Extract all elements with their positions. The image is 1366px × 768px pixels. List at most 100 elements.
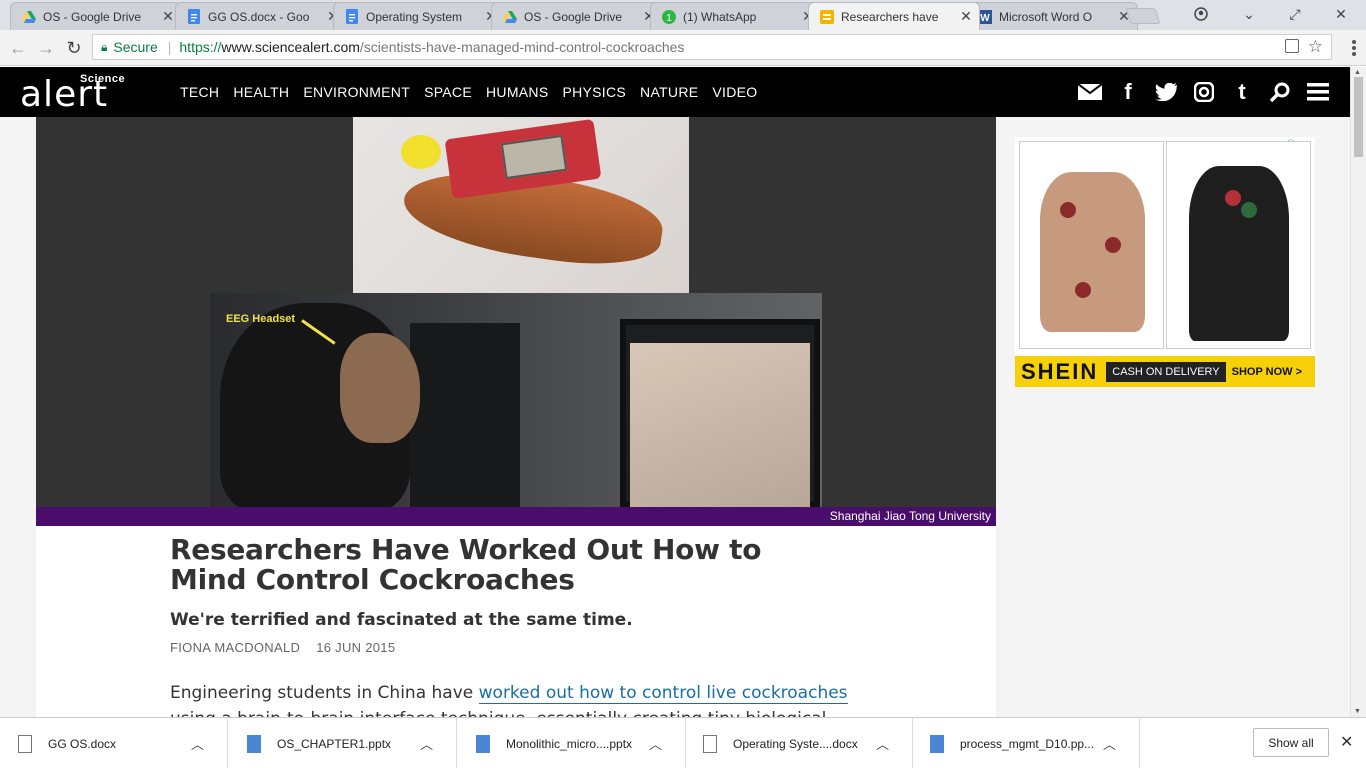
reload-icon[interactable]: ↻	[62, 36, 86, 60]
chevron-up-icon[interactable]: ︿	[420, 734, 440, 753]
tab-title: OS - Google Drive	[43, 9, 142, 24]
divider: |	[167, 39, 172, 55]
google-docs-icon	[344, 9, 360, 25]
chevron-up-icon[interactable]: ︿	[649, 734, 669, 753]
close-icon[interactable]: ✕	[1340, 732, 1353, 752]
hamburger-menu-icon[interactable]	[1306, 80, 1330, 104]
download-name: Monolithic_micro....pptx	[506, 736, 633, 751]
nav-item-environment[interactable]: ENVIRONMENT	[303, 84, 410, 100]
nav-item-space[interactable]: SPACE	[424, 84, 472, 100]
advertisement[interactable]: ⓘ ✕ SHEIN CASH ON DELIVERY SHOP NOW >	[1015, 137, 1315, 387]
forward-arrow-icon[interactable]: →	[34, 36, 58, 60]
minimize-icon[interactable]: ⌄	[1226, 0, 1272, 28]
restore-icon[interactable]: ⤢	[1272, 0, 1318, 28]
ad-cta-shop[interactable]: SHOP NOW >	[1232, 366, 1302, 378]
eeg-label: EEG Headset	[226, 313, 296, 325]
social-links: f t	[1064, 67, 1330, 117]
publish-date: 16 JUN 2015	[316, 640, 396, 655]
download-item[interactable]: GG OS.docx ︿	[0, 718, 228, 768]
eeg-photo: EEG Headset	[210, 293, 822, 507]
browser-tab[interactable]: W Microsoft Word O ✕	[966, 2, 1138, 30]
download-name: GG OS.docx	[48, 736, 117, 751]
battery	[401, 135, 441, 169]
show-all-button[interactable]: Show all	[1253, 728, 1329, 757]
floral-print	[1105, 237, 1121, 253]
search-icon[interactable]	[1268, 80, 1292, 104]
google-docs-icon	[186, 9, 202, 25]
nav-item-health[interactable]: HEALTH	[233, 84, 289, 100]
download-name: process_mgmt_D10.pp...	[960, 736, 1095, 751]
scroll-thumb[interactable]	[1354, 77, 1363, 157]
browser-tab[interactable]: Operating System ✕	[333, 2, 505, 30]
browser-tab-active[interactable]: Researchers have ✕	[808, 2, 980, 30]
sciencealert-logo[interactable]: Science alert	[20, 73, 152, 113]
scroll-up-icon[interactable]: ▲	[1354, 69, 1361, 76]
tab-strip: OS - Google Drive ✕ GG OS.docx - Goo ✕ O…	[0, 0, 1366, 30]
main-nav: TECH HEALTH ENVIRONMENT SPACE HUMANS PHY…	[180, 67, 771, 117]
browser-tab[interactable]: 1 (1) WhatsApp ✕	[650, 2, 822, 30]
tab-title: OS - Google Drive	[524, 9, 623, 24]
download-item[interactable]: OS_CHAPTER1.pptx ︿	[229, 718, 457, 768]
nav-item-tech[interactable]: TECH	[180, 84, 219, 100]
page-scrollbar[interactable]: ▲ ▼	[1350, 67, 1366, 717]
instagram-icon[interactable]	[1192, 80, 1216, 104]
browser-tab[interactable]: OS - Google Drive ✕	[491, 2, 663, 30]
window-close-icon[interactable]: ✕	[1318, 0, 1364, 28]
byline: FIONA MACDONALD 16 JUN 2015	[170, 640, 395, 655]
ad-cta-cod: CASH ON DELIVERY	[1106, 361, 1226, 382]
article-link[interactable]: worked out how to control live cockroach…	[478, 683, 848, 704]
svg-text:W: W	[980, 13, 990, 24]
download-name: Operating Syste....docx	[733, 736, 858, 751]
site-header: Science alert TECH HEALTH ENVIRONMENT SP…	[0, 67, 1350, 117]
article-subtitle: We're terrified and fascinated at the sa…	[170, 610, 633, 630]
profile-icon[interactable]	[1178, 0, 1224, 28]
ad-banner[interactable]: SHEIN CASH ON DELIVERY SHOP NOW >	[1015, 356, 1315, 387]
close-icon[interactable]: ✕	[959, 8, 973, 25]
chevron-up-icon[interactable]: ︿	[1103, 734, 1123, 753]
document-file-icon	[703, 734, 717, 753]
chrome-menu-icon[interactable]	[1352, 40, 1356, 56]
tab-title: Researchers have	[841, 9, 939, 24]
ad-product-dress[interactable]	[1166, 141, 1311, 349]
scroll-down-icon[interactable]: ▼	[1354, 708, 1361, 715]
twitter-icon[interactable]	[1154, 80, 1178, 104]
address-bar[interactable]: 🔒︎ Secure | https:// www.sciencealert.co…	[92, 34, 1332, 60]
nav-item-nature[interactable]: NATURE	[640, 84, 698, 100]
close-icon[interactable]: ✕	[161, 8, 175, 25]
ad-brand: SHEIN	[1021, 358, 1099, 384]
download-item[interactable]: process_mgmt_D10.pp... ︿	[912, 718, 1140, 768]
back-arrow-icon[interactable]: ←	[6, 36, 30, 60]
browser-tab[interactable]: GG OS.docx - Goo ✕	[175, 2, 347, 30]
ad-product-blouse[interactable]	[1019, 141, 1164, 349]
downloads-bar: GG OS.docx ︿ OS_CHAPTER1.pptx ︿ Monolith…	[0, 717, 1366, 768]
nav-item-humans[interactable]: HUMANS	[486, 84, 548, 100]
floral-print	[1241, 202, 1257, 218]
lock-icon: 🔒︎	[101, 39, 108, 54]
browser-tab[interactable]: OS - Google Drive ✕	[10, 2, 182, 30]
tab-title: GG OS.docx - Goo	[208, 9, 310, 24]
chevron-up-icon[interactable]: ︿	[191, 734, 211, 753]
tab-title: (1) WhatsApp	[683, 9, 757, 24]
url-scheme: https://	[179, 39, 222, 55]
download-item[interactable]: Monolithic_micro....pptx ︿	[458, 718, 686, 768]
logo-text: alert	[20, 74, 109, 115]
bookmark-star-icon[interactable]: ☆	[1308, 37, 1323, 57]
presentation-file-icon	[247, 734, 261, 753]
facebook-icon[interactable]: f	[1116, 79, 1140, 104]
chevron-up-icon[interactable]: ︿	[876, 734, 896, 753]
svg-text:1: 1	[666, 13, 672, 24]
tumblr-icon[interactable]: t	[1230, 79, 1254, 104]
article-paragraph: Engineering students in China have worke…	[170, 680, 850, 717]
download-item[interactable]: Operating Syste....docx ︿	[685, 718, 913, 768]
download-name: OS_CHAPTER1.pptx	[277, 736, 392, 751]
google-drive-icon	[21, 9, 37, 25]
cockroach-photo	[353, 117, 689, 293]
extension-icon[interactable]	[1285, 39, 1299, 53]
nav-item-physics[interactable]: PHYSICS	[562, 84, 626, 100]
nav-item-video[interactable]: VIDEO	[712, 84, 757, 100]
computer-tower	[410, 323, 520, 507]
tab-title: Operating System	[366, 9, 463, 24]
new-tab-button[interactable]	[1125, 8, 1161, 24]
mail-icon[interactable]	[1078, 80, 1102, 104]
author[interactable]: FIONA MACDONALD	[170, 640, 300, 655]
